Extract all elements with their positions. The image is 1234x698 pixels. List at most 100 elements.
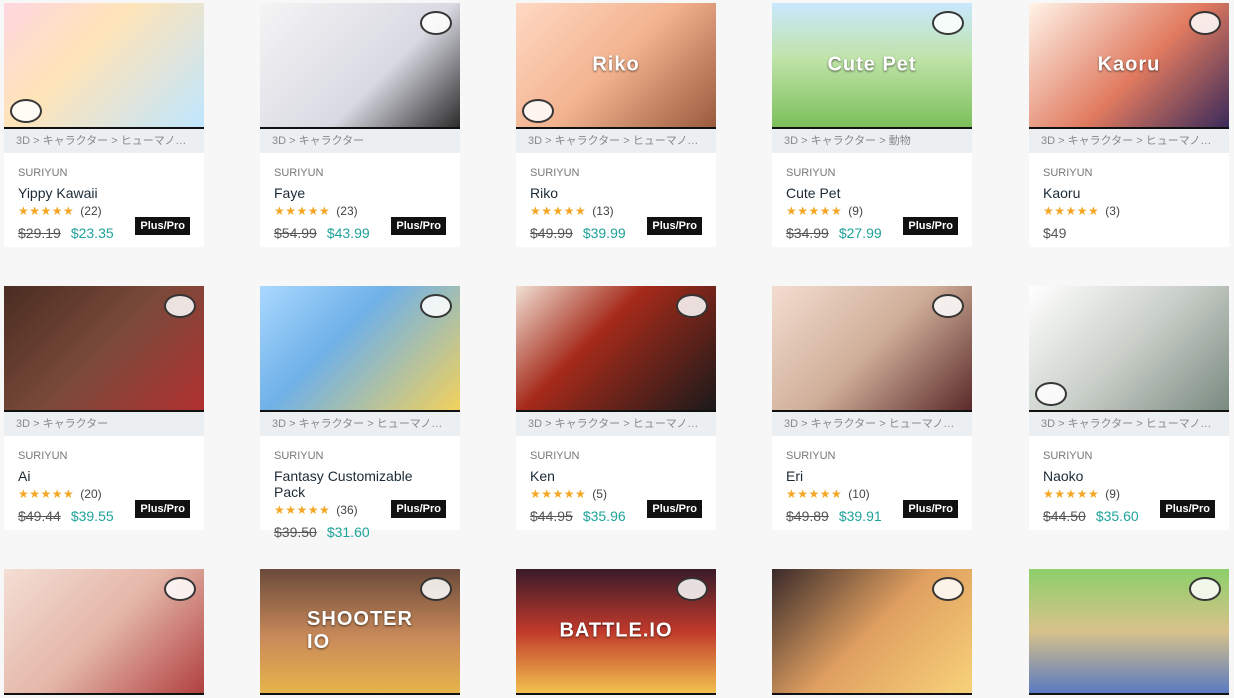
plus-pro-badge: Plus/Pro <box>647 217 702 235</box>
category-breadcrumb[interactable]: 3D > キャラクター > 動物 <box>772 129 972 153</box>
product-info: SURIYUN Cute Pet ★★★★★ (9) $34.99 $27.99 Plus/… <box>772 153 972 247</box>
publisher-name[interactable]: SURIYUN <box>1043 167 1215 179</box>
thumbnail-overlay-text: Kaoru <box>1097 53 1161 76</box>
price-row: $39.50 $31.60 <box>274 522 446 542</box>
plus-pro-badge: Plus/Pro <box>1160 500 1215 518</box>
product-card[interactable]: 3D > キャラクター SURIYUN Faye ★★★★★ (23) $54.99 $43… <box>260 3 460 247</box>
product-card[interactable] <box>4 569 204 695</box>
product-title[interactable]: Naoko <box>1043 468 1215 484</box>
product-card[interactable] <box>772 569 972 695</box>
product-card[interactable]: 3D > キャラクター > ヒューマノ… SURIYUN Fantasy Custo… <box>260 286 460 540</box>
category-breadcrumb[interactable]: 3D > キャラクター <box>260 129 460 153</box>
product-thumbnail[interactable] <box>4 3 204 129</box>
product-thumbnail[interactable]: BATTLE.IO <box>516 569 716 695</box>
product-info: SURIYUN Riko ★★★★★ (13) $49.99 $39.99 Plus/Pro <box>516 153 716 247</box>
product-title[interactable]: Ken <box>530 468 702 484</box>
review-count: (22) <box>80 204 102 218</box>
product-thumbnail[interactable] <box>772 569 972 695</box>
star-rating-icon: ★★★★★ <box>530 487 587 501</box>
product-card[interactable]: 3D > キャラクター > ヒューマノ… SURIYUN Naoko ★★★★★ (9)… <box>1029 286 1229 530</box>
publisher-name[interactable]: SURIYUN <box>274 450 446 462</box>
product-thumbnail[interactable] <box>1029 569 1229 695</box>
suriyun-logo-icon <box>164 294 196 318</box>
suriyun-logo-icon <box>1189 577 1221 601</box>
suriyun-logo-icon <box>1035 382 1067 406</box>
publisher-name[interactable]: SURIYUN <box>18 167 190 179</box>
category-breadcrumb[interactable]: 3D > キャラクター > ヒューマノ… <box>772 412 972 436</box>
rating: ★★★★★ (3) <box>1043 203 1215 219</box>
category-breadcrumb[interactable]: 3D > キャラクター > ヒューマノ… <box>260 412 460 436</box>
category-breadcrumb[interactable]: 3D > キャラクター <box>4 412 204 436</box>
category-breadcrumb[interactable]: 3D > キャラクター > ヒューマノ… <box>4 129 204 153</box>
product-title[interactable]: Kaoru <box>1043 185 1215 201</box>
product-title[interactable]: Riko <box>530 185 702 201</box>
review-count: (36) <box>336 503 358 517</box>
product-card[interactable]: SHOOTER IO <box>260 569 460 695</box>
star-rating-icon: ★★★★★ <box>18 487 75 501</box>
original-price: $29.19 <box>18 225 61 241</box>
product-card[interactable]: BATTLE.IO <box>516 569 716 695</box>
product-thumbnail[interactable] <box>4 286 204 412</box>
publisher-name[interactable]: SURIYUN <box>1043 450 1215 462</box>
suriyun-logo-icon <box>164 577 196 601</box>
product-card[interactable] <box>1029 569 1229 695</box>
product-title[interactable]: Faye <box>274 185 446 201</box>
original-price: $49.99 <box>530 225 573 241</box>
original-price: $49.89 <box>786 508 829 524</box>
suriyun-logo-icon <box>420 11 452 35</box>
plus-pro-badge: Plus/Pro <box>391 217 446 235</box>
plus-pro-badge: Plus/Pro <box>135 500 190 518</box>
product-thumbnail[interactable]: Kaoru <box>1029 3 1229 129</box>
product-info: SURIYUN Faye ★★★★★ (23) $54.99 $43.99 Plus/Pro <box>260 153 460 247</box>
category-breadcrumb[interactable]: 3D > キャラクター > ヒューマノ… <box>516 412 716 436</box>
sale-price: $31.60 <box>326 524 370 540</box>
review-count: (20) <box>80 487 102 501</box>
product-card[interactable]: 3D > キャラクター > ヒューマノ… SURIYUN Ken ★★★★★ (5) $4… <box>516 286 716 530</box>
category-breadcrumb[interactable]: 3D > キャラクター > ヒューマノ… <box>1029 129 1229 153</box>
suriyun-logo-icon <box>522 99 554 123</box>
product-title[interactable]: Eri <box>786 468 958 484</box>
product-card[interactable]: Riko 3D > キャラクター > ヒューマノ… SURIYUN Riko ★★★★★… <box>516 3 716 247</box>
product-card[interactable]: Cute Pet 3D > キャラクター > 動物 SURIYUN Cute Pet ★… <box>772 3 972 247</box>
suriyun-logo-icon <box>932 11 964 35</box>
product-title[interactable]: Ai <box>18 468 190 484</box>
product-title[interactable]: Cute Pet <box>786 185 958 201</box>
plus-pro-badge: Plus/Pro <box>647 500 702 518</box>
publisher-name[interactable]: SURIYUN <box>786 167 958 179</box>
original-price: $44.50 <box>1043 508 1086 524</box>
product-title[interactable]: Fantasy Customizable Pack <box>274 468 446 500</box>
product-thumbnail[interactable] <box>1029 286 1229 412</box>
product-card[interactable]: 3D > キャラクター > ヒューマノ… SURIYUN Yippy Kawaii ★… <box>4 3 204 247</box>
product-thumbnail[interactable]: SHOOTER IO <box>260 569 460 695</box>
sale-price: $39.99 <box>582 225 626 241</box>
category-breadcrumb[interactable]: 3D > キャラクター > ヒューマノ… <box>516 129 716 153</box>
product-card[interactable]: 3D > キャラクター > ヒューマノ… SURIYUN Eri ★★★★★ (10) $… <box>772 286 972 530</box>
product-thumbnail[interactable] <box>772 286 972 412</box>
price-row: $49 <box>1043 223 1215 243</box>
publisher-name[interactable]: SURIYUN <box>786 450 958 462</box>
publisher-name[interactable]: SURIYUN <box>18 450 190 462</box>
product-thumbnail[interactable] <box>260 286 460 412</box>
publisher-name[interactable]: SURIYUN <box>530 167 702 179</box>
product-thumbnail[interactable] <box>260 3 460 129</box>
category-breadcrumb[interactable]: 3D > キャラクター > ヒューマノ… <box>1029 412 1229 436</box>
product-grid: 3D > キャラクター > ヒューマノ… SURIYUN Yippy Kawaii ★… <box>0 0 1234 698</box>
publisher-name[interactable]: SURIYUN <box>530 450 702 462</box>
product-thumbnail[interactable]: Riko <box>516 3 716 129</box>
plus-pro-badge: Plus/Pro <box>903 500 958 518</box>
suriyun-logo-icon <box>10 99 42 123</box>
suriyun-logo-icon <box>1189 11 1221 35</box>
suriyun-logo-icon <box>932 294 964 318</box>
product-thumbnail[interactable] <box>516 286 716 412</box>
star-rating-icon: ★★★★★ <box>786 204 843 218</box>
sale-price: $35.60 <box>1095 508 1139 524</box>
product-card[interactable]: 3D > キャラクター SURIYUN Ai ★★★★★ (20) $49.44 $39.5… <box>4 286 204 530</box>
publisher-name[interactable]: SURIYUN <box>274 167 446 179</box>
product-thumbnail[interactable]: Cute Pet <box>772 3 972 129</box>
sale-price: $35.96 <box>582 508 626 524</box>
star-rating-icon: ★★★★★ <box>274 204 331 218</box>
review-count: (10) <box>848 487 870 501</box>
product-thumbnail[interactable] <box>4 569 204 695</box>
product-card[interactable]: Kaoru 3D > キャラクター > ヒューマノ… SURIYUN Kaoru ★★★… <box>1029 3 1229 247</box>
product-title[interactable]: Yippy Kawaii <box>18 185 190 201</box>
